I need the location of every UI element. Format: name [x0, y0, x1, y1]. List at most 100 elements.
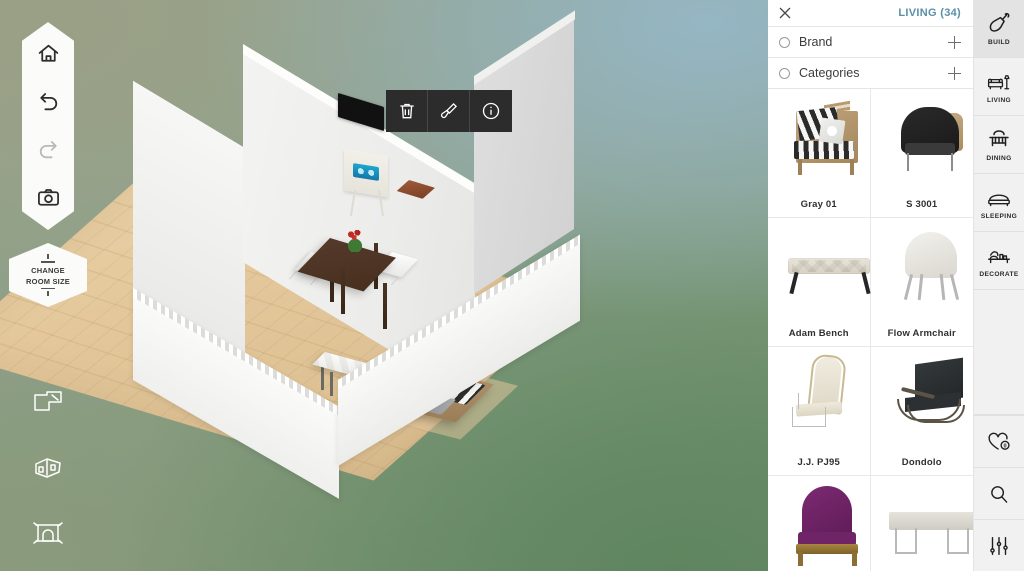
product-thumbnail — [768, 89, 870, 199]
left-toolbar: CHANGE ROOM SIZE — [9, 22, 87, 307]
easel-artwork — [353, 162, 379, 182]
sliders-icon — [990, 536, 1008, 555]
size-bar-bottom — [41, 287, 55, 289]
camera-icon — [37, 188, 59, 206]
size-tick-bottom — [47, 290, 49, 296]
rail-label: LIVING — [986, 96, 1012, 104]
view-mode-2d-floorplan[interactable] — [30, 385, 66, 417]
product-name: J.J. PJ95 — [797, 457, 840, 468]
product-thumbnail — [871, 476, 973, 571]
tool-stack — [22, 22, 74, 230]
product-thumbnail — [768, 476, 870, 571]
product-name: Flow Armchair — [887, 328, 956, 339]
bench-leg — [321, 366, 324, 390]
product-thumbnail — [768, 347, 870, 457]
product-card[interactable]: J.J. PJ95 — [768, 347, 871, 476]
paint-object-button[interactable] — [428, 90, 470, 132]
rail-item-build[interactable]: BUILD — [974, 0, 1024, 58]
rail-item-dining[interactable]: DINING — [974, 116, 1024, 174]
filter-brand[interactable]: Brand — [768, 27, 973, 58]
settings-sliders-button[interactable] — [974, 519, 1024, 571]
rail-label: DINING — [986, 154, 1012, 162]
close-catalog-button[interactable] — [778, 6, 792, 20]
product-card[interactable] — [768, 476, 871, 571]
favorites-count: 0 — [1003, 443, 1006, 449]
product-thumbnail — [871, 218, 974, 328]
rail-spacer — [974, 290, 1024, 415]
close-icon — [779, 7, 791, 19]
size-tick-top — [47, 254, 49, 260]
product-name: Dondolo — [901, 457, 942, 468]
product-card[interactable]: Flow Armchair — [870, 218, 974, 347]
size-bar-top — [41, 261, 55, 263]
product-grid: Gray 01 S 3001 Adam Bench Flow Armchair … — [768, 89, 973, 571]
catalog-panel: LIVING (34) Brand Categories Gray 01 S 3… — [768, 0, 974, 571]
trash-icon — [399, 103, 414, 119]
undo-icon — [39, 92, 57, 110]
view-mode-group — [30, 385, 66, 549]
product-card[interactable] — [870, 476, 973, 571]
product-name: S 3001 — [906, 199, 938, 210]
catalog-header: LIVING (34) — [768, 0, 973, 27]
favorites-heart-icon: 0 — [988, 432, 1010, 450]
rail-label: DECORATE — [979, 270, 1019, 278]
view-mode-3d[interactable] — [30, 451, 66, 483]
app-root: CHANGE ROOM SIZE LIVING (34) Brand Categ… — [0, 0, 1024, 571]
bench-leg — [330, 372, 333, 396]
delete-object-button[interactable] — [386, 90, 428, 132]
isometric-3d-icon — [35, 458, 61, 478]
brand-label: Brand — [799, 35, 833, 49]
product-card[interactable]: Adam Bench — [768, 218, 871, 347]
product-name: Adam Bench — [788, 328, 849, 339]
favorites-button[interactable]: 0 — [974, 415, 1024, 467]
categories-label: Categories — [799, 66, 860, 80]
shelf-decor-icon — [988, 250, 1010, 263]
product-card[interactable]: Dondolo — [870, 347, 974, 476]
floorplan-2d-icon — [34, 391, 62, 411]
bed-icon — [988, 194, 1010, 206]
rail-item-sleeping[interactable]: SLEEPING — [974, 174, 1024, 232]
product-card[interactable]: Gray 01 — [768, 89, 871, 218]
3d-room-viewport[interactable]: CHANGE ROOM SIZE — [0, 0, 768, 571]
redo-button[interactable] — [31, 134, 65, 164]
table-leg — [341, 268, 345, 314]
search-button[interactable] — [974, 467, 1024, 519]
sofa-lamp-icon — [987, 74, 1010, 89]
redo-icon — [39, 140, 57, 158]
category-rail: BUILD LIVING DINING SLEEPING DECORATE 0 — [974, 0, 1024, 571]
easel-canvas[interactable] — [344, 148, 388, 198]
info-icon — [482, 102, 500, 120]
rail-label: BUILD — [988, 38, 1010, 46]
paintbrush-icon — [440, 102, 457, 119]
undo-button[interactable] — [31, 86, 65, 116]
product-name: Gray 01 — [800, 199, 837, 210]
product-card[interactable]: S 3001 — [870, 89, 974, 218]
object-context-toolbar — [386, 90, 512, 132]
room-model — [0, 0, 768, 571]
search-icon — [991, 485, 1008, 503]
room-size-label-2: ROOM SIZE — [26, 276, 70, 286]
plus-icon[interactable] — [948, 66, 961, 80]
trowel-icon — [989, 12, 1010, 32]
object-info-button[interactable] — [470, 90, 512, 132]
room-size-label-1: CHANGE — [31, 265, 65, 275]
plus-icon[interactable] — [948, 35, 961, 49]
home-icon — [38, 44, 58, 62]
rail-item-living[interactable]: LIVING — [974, 58, 1024, 116]
categories-radio[interactable] — [779, 67, 790, 79]
dining-table-icon — [989, 129, 1009, 146]
catalog-title: LIVING (34) — [898, 7, 961, 19]
filter-categories[interactable]: Categories — [768, 58, 973, 89]
brand-radio[interactable] — [779, 36, 790, 48]
rail-item-decorate[interactable]: DECORATE — [974, 232, 1024, 290]
product-thumbnail — [768, 218, 871, 328]
table-leg — [383, 283, 387, 329]
product-thumbnail — [871, 89, 974, 199]
home-button[interactable] — [31, 38, 65, 68]
elevation-view-icon — [33, 522, 63, 544]
rail-label: SLEEPING — [980, 212, 1018, 220]
view-mode-elevation[interactable] — [30, 517, 66, 549]
flower-vase[interactable] — [345, 230, 365, 252]
product-thumbnail — [871, 347, 974, 457]
camera-button[interactable] — [31, 182, 65, 212]
